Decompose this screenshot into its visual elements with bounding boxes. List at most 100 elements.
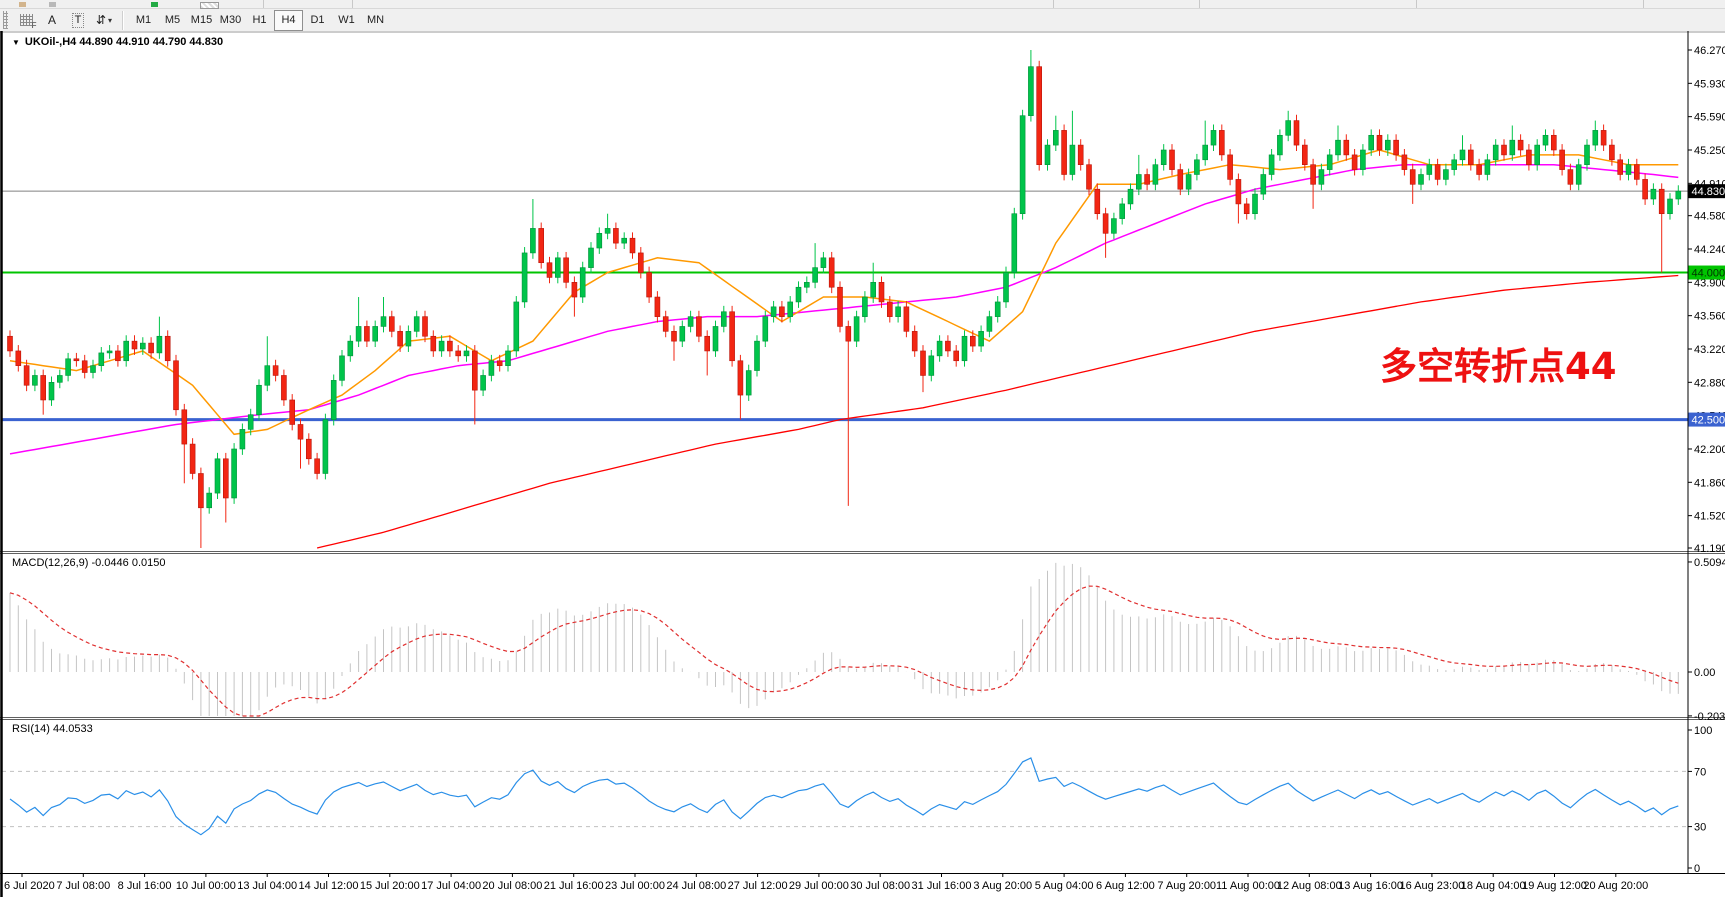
timeframe-button-m15[interactable]: M15 — [187, 10, 216, 31]
candle-body — [854, 317, 859, 342]
timeframe-button-h1[interactable]: H1 — [245, 10, 274, 31]
candle-body — [705, 336, 710, 351]
candle-body — [198, 473, 203, 507]
symbol-ohlc-text: UKOil-,H4 44.890 44.910 44.790 44.830 — [25, 36, 223, 48]
symbol-info-line: ▼ UKOil-,H4 44.890 44.910 44.790 44.830 — [12, 36, 223, 48]
toolbar-drag-handle[interactable] — [3, 11, 8, 29]
candle-body — [1087, 165, 1092, 190]
timeframe-button-m5[interactable]: M5 — [158, 10, 187, 31]
timeframe-button-mn[interactable]: MN — [361, 10, 390, 31]
candle-body — [1294, 121, 1299, 146]
candle-body — [1510, 140, 1515, 155]
candle-body — [1659, 189, 1664, 214]
candle-body — [979, 331, 984, 346]
timeframe-button-m1[interactable]: M1 — [129, 10, 158, 31]
candle-body — [132, 341, 137, 349]
candle-body — [1012, 214, 1017, 273]
candle-body — [821, 258, 826, 268]
candle-body — [190, 444, 195, 473]
candle-body — [1161, 150, 1166, 165]
chevron-down-icon[interactable]: ▾ — [108, 16, 112, 25]
candle-body — [929, 356, 934, 376]
candle-body — [663, 317, 668, 332]
candle-body — [1170, 150, 1175, 170]
timeframe-button-h4[interactable]: H4 — [274, 10, 303, 31]
price-tick-label: 41.190 — [1694, 543, 1725, 555]
candle-body — [1228, 155, 1233, 180]
level-badge-42500-label: 42.500 — [1692, 415, 1725, 427]
time-tick-label: 19 Aug 12:00 — [1522, 880, 1587, 892]
price-tick-label: 42.880 — [1694, 377, 1725, 389]
candle-body — [315, 459, 320, 474]
candle-body — [248, 415, 253, 430]
candle-body — [1427, 165, 1432, 175]
candle-body — [1203, 145, 1208, 160]
candle-body — [1460, 150, 1465, 160]
candle-body — [1601, 130, 1606, 145]
candle-body — [788, 302, 793, 317]
rsi-tick-label: 0 — [1694, 863, 1700, 875]
timeframe-button-w1[interactable]: W1 — [332, 10, 361, 31]
candle-body — [647, 273, 652, 298]
timeframe-button-d1[interactable]: D1 — [303, 10, 332, 31]
time-tick-label: 17 Jul 04:00 — [421, 880, 481, 892]
toolbar-separator — [1199, 0, 1200, 8]
candle-body — [680, 326, 685, 341]
candle-body — [273, 366, 278, 376]
rsi-tick-label: 30 — [1694, 822, 1706, 834]
price-tick-label: 43.560 — [1694, 311, 1725, 323]
rsi-indicator-label: RSI(14) 44.0533 — [12, 723, 93, 735]
candle-body — [1676, 191, 1681, 199]
candle-body — [49, 382, 54, 400]
candle-body — [447, 341, 452, 351]
candle-body — [921, 351, 926, 376]
candle-body — [945, 341, 950, 351]
arrows-icon: ⇵ — [96, 13, 106, 27]
candle-body — [140, 343, 145, 349]
candle-body — [74, 359, 79, 361]
chart-window[interactable]: 46.27045.93045.59045.25044.91044.58044.2… — [0, 31, 1725, 897]
arrange-arrows-button[interactable]: ⇵ ▾ — [92, 10, 116, 30]
time-tick-label: 13 Jul 04:00 — [237, 880, 297, 892]
toolbar-separator — [352, 0, 353, 8]
chart-canvas[interactable]: 46.27045.93045.59045.25044.91044.58044.2… — [0, 31, 1725, 897]
candle-body — [904, 307, 909, 332]
candle-body — [1477, 165, 1482, 175]
time-tick-label: 5 Aug 04:00 — [1035, 880, 1094, 892]
time-tick-label: 7 Aug 20:00 — [1157, 880, 1216, 892]
fractal-grid-button[interactable]: F — [14, 10, 38, 30]
candle-body — [298, 424, 303, 439]
candle-body — [829, 258, 834, 287]
collapse-triangle-icon[interactable]: ▼ — [12, 38, 20, 47]
trend-annotation-text[interactable]: 多空转折点44 — [1380, 336, 1617, 390]
candle-body — [564, 258, 569, 283]
candle-body — [522, 253, 527, 302]
toolbar-separator — [122, 11, 124, 30]
candle-body — [1186, 174, 1191, 189]
candle-body — [32, 375, 37, 385]
candle-body — [1327, 155, 1332, 170]
price-tick-label: 43.220 — [1694, 344, 1725, 356]
candle-body — [1194, 160, 1199, 175]
candle-body — [879, 282, 884, 302]
candle-body — [1028, 67, 1033, 116]
candle-body — [597, 233, 602, 248]
candle-body — [174, 361, 179, 410]
timeframe-button-m30[interactable]: M30 — [216, 10, 245, 31]
candle-body — [995, 302, 1000, 317]
candle-body — [82, 361, 87, 373]
chart-background — [0, 31, 1725, 897]
candle-body — [987, 317, 992, 332]
candle-body — [605, 228, 610, 233]
candle-body — [456, 351, 461, 356]
candle-body — [912, 331, 917, 351]
candle-body — [962, 336, 967, 361]
candle-body — [688, 317, 693, 327]
text-box-button[interactable]: T — [66, 10, 90, 30]
candle-body — [149, 343, 154, 353]
text-label-button[interactable]: A — [40, 10, 64, 30]
candle-body — [755, 341, 760, 370]
toolbar-chip — [19, 2, 26, 7]
candle-body — [182, 410, 187, 444]
drawing-and-timeframe-toolbar: F A T ⇵ ▾ M1M5M15M30H1H4D1W1MN — [0, 9, 1725, 32]
